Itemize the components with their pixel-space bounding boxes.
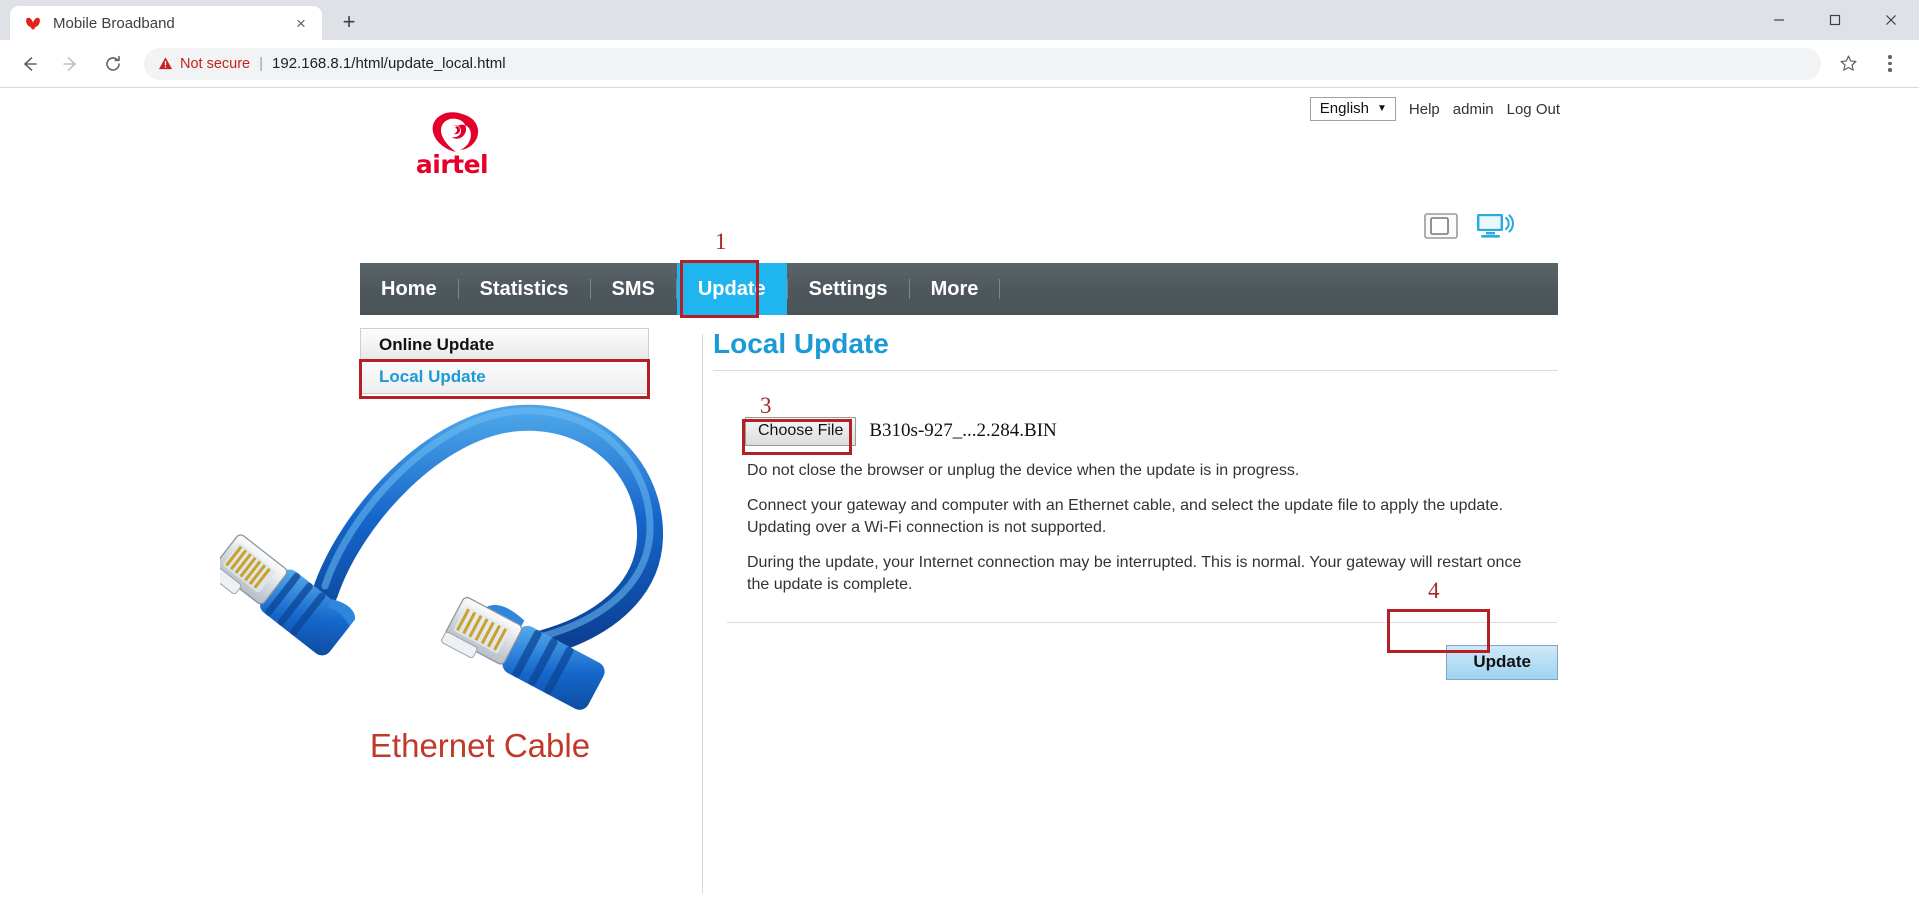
ethernet-cable-image [208, 404, 664, 710]
minimize-icon[interactable] [1751, 0, 1807, 40]
sub-nav-sidebar: Online Update Local Update [360, 328, 649, 394]
security-indicator[interactable]: Not secure [158, 56, 250, 72]
bookmark-star-icon[interactable] [1831, 47, 1865, 81]
utility-bar: English ▼ Help admin Log Out [1309, 97, 1560, 121]
three-dot-menu-icon[interactable] [1873, 47, 1907, 81]
main-nav: Home Statistics SMS Update Settings More [360, 263, 1558, 315]
admin-link[interactable]: admin [1453, 101, 1494, 118]
menu-dot [1888, 61, 1892, 66]
sim-card-icon[interactable] [1424, 213, 1458, 244]
instruction-paragraph-1: Do not close the browser or unplug the d… [747, 461, 1300, 479]
annotation-number-4: 4 [1428, 578, 1440, 603]
close-window-icon[interactable] [1863, 0, 1919, 40]
monitor-wifi-icon[interactable] [1476, 212, 1516, 245]
language-select[interactable]: English ▼ [1309, 97, 1396, 121]
forward-icon [54, 47, 88, 81]
nav-item-statistics[interactable]: Statistics [459, 263, 590, 315]
address-bar[interactable]: Not secure | 192.168.8.1/html/update_loc… [144, 47, 1821, 80]
illustration-caption: Ethernet Cable [369, 727, 591, 764]
browser-tab[interactable]: Mobile Broadband × [10, 6, 322, 40]
page-title: Local Update [713, 328, 1558, 371]
sidebar-item-online-update[interactable]: Online Update [360, 328, 649, 361]
file-chooser-row: Choose File B310s-927_...2.284.BIN [713, 417, 1558, 446]
nav-divider [999, 279, 1001, 299]
maximize-icon[interactable] [1807, 0, 1863, 40]
logout-link[interactable]: Log Out [1507, 101, 1560, 118]
reload-icon[interactable] [96, 47, 130, 81]
nav-item-more[interactable]: More [910, 263, 1000, 315]
content-divider [727, 621, 1557, 623]
ethernet-cable-illustration: Ethernet Cable [208, 388, 740, 765]
browser-chrome: Mobile Broadband × + Not secure | 192.16… [0, 0, 1919, 88]
warning-triangle-icon [158, 56, 173, 71]
update-action-row: Update [713, 644, 1558, 681]
language-value: English [1319, 100, 1369, 117]
router-admin-page: English ▼ Help admin Log Out airtel Home… [0, 88, 1919, 923]
window-controls [1751, 0, 1919, 40]
back-icon[interactable] [12, 47, 46, 81]
nav-item-home[interactable]: Home [360, 263, 458, 315]
choose-file-button[interactable]: Choose File [745, 417, 857, 446]
nav-item-sms[interactable]: SMS [591, 263, 676, 315]
selected-file-name: B310s-927_...2.284.BIN [869, 420, 1057, 442]
brand-logo-block: airtel [352, 110, 552, 177]
huawei-flower-icon [24, 14, 42, 32]
help-link[interactable]: Help [1409, 101, 1440, 118]
annotation-number-1: 1 [715, 229, 727, 254]
omnibox-separator: | [259, 55, 264, 72]
annotation-number-3: 3 [760, 393, 772, 418]
nav-item-update[interactable]: Update [676, 263, 787, 315]
chevron-down-icon: ▼ [1377, 102, 1387, 114]
new-tab-button[interactable]: + [334, 7, 364, 37]
menu-dot [1888, 68, 1892, 72]
brand-name: airtel [415, 150, 489, 179]
nav-item-settings[interactable]: Settings [788, 263, 909, 315]
tab-title: Mobile Broadband [53, 14, 175, 32]
url-text: 192.168.8.1/html/update_local.html [272, 55, 506, 72]
not-secure-label: Not secure [180, 55, 251, 72]
content-panel: Local Update Choose File B310s-927_...2.… [713, 328, 1558, 681]
device-status-icons [1424, 212, 1516, 245]
instruction-paragraph-3: During the update, your Internet connect… [747, 554, 1522, 593]
close-icon[interactable]: × [290, 12, 312, 34]
browser-toolbar: Not secure | 192.168.8.1/html/update_loc… [0, 40, 1919, 88]
tab-strip: Mobile Broadband × + [0, 0, 1919, 40]
menu-dot [1888, 55, 1892, 59]
update-submit-button[interactable]: Update [1446, 644, 1558, 681]
instruction-paragraph-2: Connect your gateway and computer with a… [747, 497, 1504, 536]
